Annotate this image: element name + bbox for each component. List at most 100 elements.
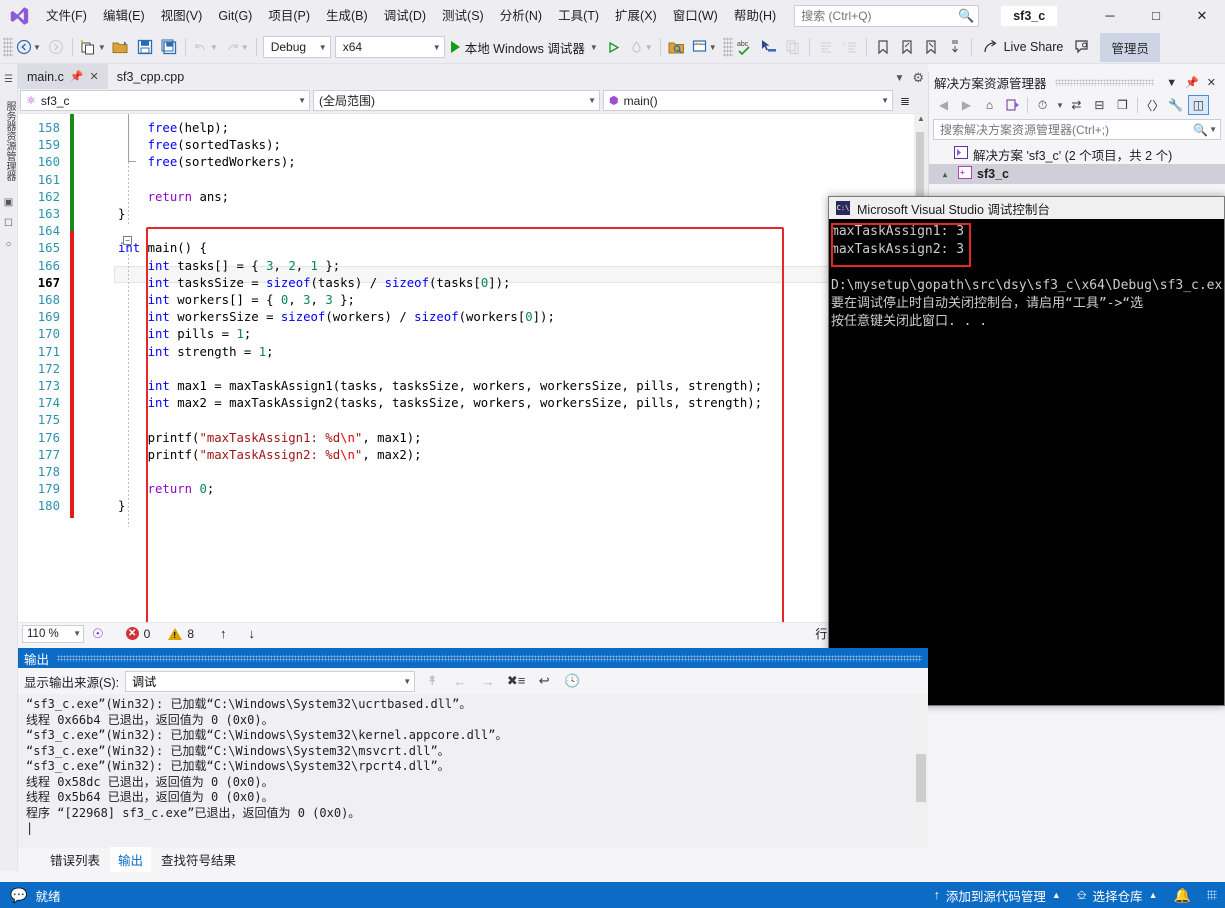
start-no-debug-icon[interactable] (602, 34, 626, 60)
select-repository-button[interactable]: ⎒ 选择仓库 ▲ (1077, 886, 1158, 905)
solution-explorer-icon[interactable] (665, 34, 689, 60)
code-line[interactable]: int pills = 1; (118, 326, 252, 343)
menu-project[interactable]: 项目(P) (260, 3, 318, 29)
toolbox-icon[interactable]: ☰ (0, 74, 17, 85)
resize-grip[interactable] (1207, 890, 1217, 900)
output-source-combo[interactable]: 调试 ▼ (125, 670, 416, 692)
tab-output[interactable]: 输出 (110, 847, 152, 872)
close-button[interactable]: ✕ (1179, 0, 1225, 31)
code-line[interactable]: int main() { (118, 240, 207, 257)
clear-all-icon[interactable]: ✖≡ (505, 671, 527, 692)
arrow-up-icon[interactable]: ↑ (220, 626, 227, 641)
start-debugging-button[interactable]: 本地 Windows 调试器 ▼ (447, 34, 602, 60)
code-line[interactable]: free(help); (118, 120, 229, 137)
chevron-down-icon[interactable]: ▼ (425, 43, 441, 52)
collapse-all-icon[interactable]: ⊟ (1089, 95, 1110, 115)
new-folder-icon[interactable]: ❐ (1112, 95, 1133, 115)
close-icon[interactable]: ✕ (90, 70, 99, 83)
tab-sf3-cpp[interactable]: sf3_cpp.cpp (107, 64, 194, 89)
chevron-up-icon[interactable]: ▲ (1149, 890, 1158, 900)
back-dropdown-caret-icon[interactable]: ▼ (33, 43, 41, 52)
tree-node-project-sf3-c[interactable]: ▴ + sf3_c (929, 164, 1225, 184)
gear-icon[interactable]: ⚙ (912, 70, 924, 86)
bookmark-next-icon[interactable] (919, 34, 943, 60)
close-icon[interactable]: ✕ (1203, 76, 1220, 89)
menu-tools[interactable]: 工具(T) (550, 3, 607, 29)
rail-icon-3[interactable]: ☐ (0, 218, 17, 229)
toolbar-grip-2[interactable] (722, 37, 733, 57)
pin-icon[interactable]: 📌 (1181, 76, 1203, 89)
code-line[interactable]: return ans; (118, 189, 229, 206)
code-line[interactable]: int tasksSize = sizeof(tasks) / sizeof(t… (118, 275, 511, 292)
chevron-down-icon[interactable]: ▼ (292, 96, 306, 105)
code-line[interactable]: printf("maxTaskAssign2: %d\n", max2); (118, 447, 422, 464)
menu-file[interactable]: 文件(F) (38, 3, 95, 29)
menu-edit[interactable]: 编辑(E) (95, 3, 153, 29)
save-all-icon[interactable] (157, 34, 181, 60)
new-project-caret-icon[interactable]: ▼ (98, 43, 106, 52)
refresh-icon[interactable]: ⇄ (1066, 95, 1087, 115)
open-folder-icon[interactable] (109, 34, 133, 60)
navbar-member-combo[interactable]: ⬢ main() ▼ (603, 90, 893, 111)
chevron-down-icon[interactable]: ▼ (582, 96, 596, 105)
navbar-project-combo[interactable]: ⚛ sf3_c ▼ (20, 90, 310, 111)
zoom-level-select[interactable]: 110 % ▼ (22, 624, 84, 643)
toggle-word-wrap-icon[interactable]: ↩ (533, 671, 555, 692)
expander-icon[interactable]: ▴ (943, 170, 953, 179)
minimize-button[interactable]: ─ (1087, 0, 1133, 31)
maximize-button[interactable]: □ (1133, 0, 1179, 31)
code-line[interactable]: free(sortedTasks); (118, 137, 281, 154)
code-line[interactable]: } (118, 206, 125, 223)
menu-analyze[interactable]: 分析(N) (492, 3, 550, 29)
new-project-icon[interactable]: ▼ (77, 34, 109, 60)
chevron-down-icon[interactable]: ▼ (403, 677, 411, 686)
chevron-down-icon[interactable]: ▼ (894, 73, 904, 84)
sync-with-active-doc-icon[interactable] (1002, 95, 1023, 115)
navbar-scope-combo[interactable]: (全局范围) ▼ (313, 90, 600, 111)
solution-platform-combo[interactable]: x64 ▼ (334, 36, 445, 58)
split-editor-icon[interactable]: ≣ (896, 94, 914, 108)
menu-extensions[interactable]: 扩展(X) (607, 3, 665, 29)
code-line[interactable]: free(sortedWorkers); (118, 154, 296, 171)
scrollbar-thumb[interactable] (916, 754, 926, 802)
pin-icon[interactable]: 📌 (70, 70, 84, 83)
code-line[interactable]: int max2 = maxTaskAssign2(tasks, tasksSi… (118, 395, 763, 412)
output-vertical-scrollbar[interactable] (914, 694, 928, 848)
tree-node-solution[interactable]: 解决方案 'sf3_c' (2 个项目，共 2 个) (929, 144, 1225, 164)
bookmark-icon[interactable] (871, 34, 895, 60)
preview-selected-items-icon[interactable]: ◫ (1187, 95, 1209, 115)
menu-help[interactable]: 帮助(H) (726, 3, 784, 29)
pointer-select-icon[interactable] (757, 34, 781, 60)
back-arrow-icon[interactable]: ▼ (13, 34, 44, 60)
server-explorer-label[interactable]: 服务器资源管理器 (0, 95, 19, 187)
pending-changes-filter-icon[interactable]: ⏱ (1032, 95, 1053, 115)
menu-git[interactable]: Git(G) (210, 3, 260, 29)
intellicode-icon[interactable]: ☉ (92, 626, 104, 642)
properties-icon[interactable]: 🔧 (1165, 95, 1186, 115)
bookmark-prev-icon[interactable] (895, 34, 919, 60)
live-share-button[interactable]: Live Share (976, 34, 1071, 60)
output-text-content[interactable]: “sf3_c.exe”(Win32): 已加载“C:\Windows\Syste… (18, 694, 928, 848)
search-icon[interactable]: 🔍 (1193, 123, 1208, 137)
save-icon[interactable] (133, 34, 157, 60)
code-line[interactable]: int workersSize = sizeof(workers) / size… (118, 309, 555, 326)
code-line[interactable]: return 0; (118, 481, 215, 498)
chevron-down-icon[interactable]: ▼ (73, 629, 81, 638)
code-line[interactable]: int strength = 1; (118, 344, 274, 361)
solution-configuration-combo[interactable]: Debug ▼ (262, 36, 331, 58)
chevron-down-icon[interactable]: ▼ (590, 43, 598, 52)
properties-caret-icon[interactable]: ▼ (709, 43, 717, 52)
bell-icon[interactable]: 🔔 (1174, 887, 1191, 904)
toggle-timestamps-icon[interactable]: 🕓 (561, 671, 583, 692)
rail-icon-4[interactable]: ○ (0, 239, 17, 250)
code-line[interactable]: printf("maxTaskAssign1: %d\n", max1); (118, 430, 422, 447)
debug-console-window[interactable]: C:\ Microsoft Visual Studio 调试控制台 maxTas… (828, 196, 1225, 706)
chevron-down-icon[interactable]: ▼ (311, 43, 327, 52)
code-editor-surface[interactable]: − 158 free(help); 159 free(sortedTasks); 1… (18, 113, 928, 622)
chevron-up-icon[interactable]: ▲ (1052, 890, 1061, 900)
bookmark-clear-icon[interactable] (943, 34, 967, 60)
code-line[interactable]: } (118, 498, 125, 515)
tab-error-list[interactable]: 错误列表 (42, 847, 108, 872)
feedback-icon[interactable] (1070, 34, 1094, 60)
menu-window[interactable]: 窗口(W) (665, 3, 726, 29)
